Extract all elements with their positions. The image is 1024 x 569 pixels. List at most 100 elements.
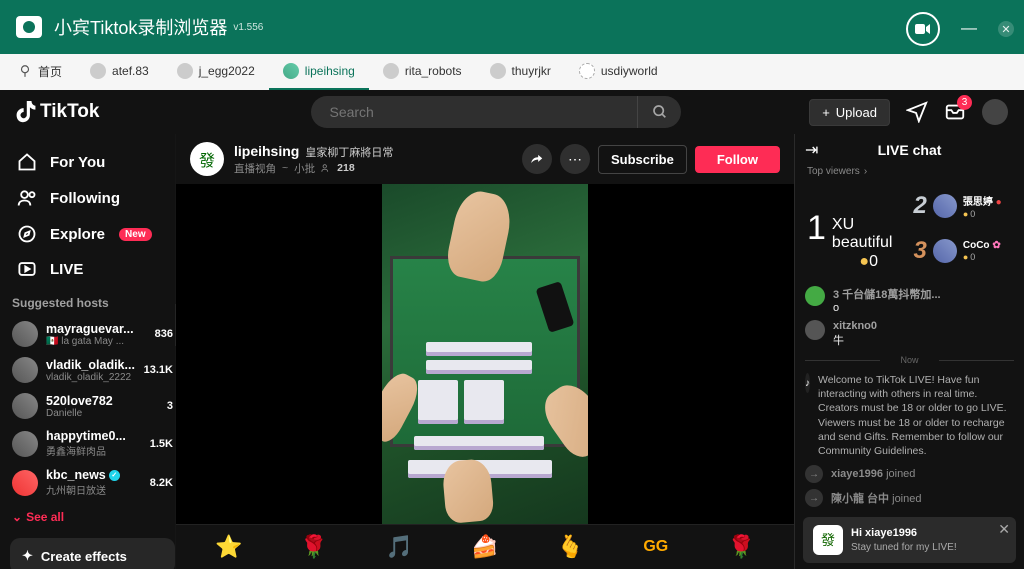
host-item[interactable]: happytime0...勇鑫海鲜肉品1.5K (10, 424, 175, 463)
host-sub: 🇲🇽 la gata May ... (46, 336, 147, 347)
host-name: vladik_oladik... (46, 358, 136, 372)
join-icon: → (805, 465, 823, 483)
streamer-username[interactable]: lipeihsing (234, 143, 299, 159)
pinned-line1: Hi xiaye1996 (851, 526, 957, 540)
tab-rita[interactable]: rita_robots (369, 54, 476, 90)
tab-label: lipeihsing (305, 64, 355, 78)
msg-user: 3 千台儲18萬抖幣加... (833, 289, 941, 301)
search-bar (311, 96, 681, 128)
subscribe-button[interactable]: Subscribe (598, 145, 687, 174)
host-avatar (12, 321, 38, 347)
nav-label: LIVE (50, 261, 83, 278)
close-icon[interactable]: ✕ (998, 521, 1010, 538)
rank-coin: 0 (970, 209, 975, 219)
create-effects-button[interactable]: ✦Create effects (10, 538, 175, 569)
rank-number: 3 (914, 237, 927, 265)
host-name: kbc_news✓ (46, 468, 142, 482)
chat-message: 3 千台儲18萬抖幣加...o (805, 283, 1014, 317)
messages-icon[interactable] (906, 101, 928, 123)
tab-avatar-icon (490, 63, 506, 79)
chat-title: LIVE chat (878, 142, 942, 158)
host-count: 3 (167, 400, 173, 412)
viewer-count: 218 (337, 162, 355, 174)
top-viewers-link[interactable]: Top viewers› (795, 166, 1024, 183)
rank-avatar[interactable] (933, 239, 957, 263)
host-sub: vladik_oladik_2222 (46, 372, 136, 383)
sparkle-icon: ✦ (22, 548, 33, 564)
inbox-badge: 3 (957, 95, 972, 110)
gift-rose[interactable]: 🌹 (298, 531, 330, 563)
gift-rose2[interactable]: 🌹 (725, 531, 757, 563)
host-item[interactable]: kbc_news✓九州朝日放送8.2K (10, 463, 175, 502)
close-button[interactable]: ✕ (998, 21, 1014, 37)
host-item[interactable]: 520love782Danielle3 (10, 388, 175, 424)
gift-bar: ⭐ 🌹 🎵 🍰 🫰 GG 🌹 (176, 524, 794, 569)
nav-live[interactable]: LIVE (10, 252, 175, 286)
nav-label: For You (50, 154, 105, 171)
rank-avatar[interactable] (933, 194, 957, 218)
new-badge: New (119, 228, 152, 241)
rank-avatar[interactable] (854, 185, 884, 215)
tab-jegg[interactable]: j_egg2022 (163, 54, 269, 90)
inbox-icon[interactable]: 3 (944, 101, 966, 123)
user-avatar[interactable] (805, 320, 825, 340)
minimize-button[interactable]: — (962, 22, 976, 36)
tab-usdiy[interactable]: usdiyworld (565, 54, 672, 90)
nav-for-you[interactable]: For You (10, 144, 175, 180)
share-button[interactable] (522, 144, 552, 174)
profile-avatar[interactable] (982, 99, 1008, 125)
gift-heart[interactable]: 🫰 (554, 531, 586, 563)
chevron-down-icon: ⌄ (12, 510, 22, 524)
top-viewers-ranks: 1 XU beautiful●0 2張思婷 ●●0 3CoCo ✿●0 (795, 183, 1024, 279)
host-count: 836 (155, 328, 173, 340)
live-chat-panel: ⇥ LIVE chat Top viewers› 1 XU beautiful●… (794, 134, 1024, 569)
app-icon (16, 16, 42, 38)
follow-button[interactable]: Follow (695, 146, 780, 173)
suggested-title: Suggested hosts (10, 286, 175, 316)
live-video[interactable] (382, 184, 588, 524)
gift-cake[interactable]: 🍰 (469, 531, 501, 563)
host-avatar (12, 470, 38, 496)
join-suffix: joined (892, 493, 921, 505)
host-name: happytime0... (46, 429, 142, 443)
tab-avatar-icon (283, 63, 299, 79)
tab-atef[interactable]: atef.83 (76, 54, 163, 90)
rank-name: 張思婷 ● (963, 193, 1002, 208)
nav-following[interactable]: Following (10, 180, 175, 216)
join-message: →陳小龍 台中 joined (805, 486, 1014, 510)
upload-button[interactable]: +Upload (809, 99, 890, 126)
host-avatar (12, 393, 38, 419)
home-icon (16, 152, 38, 172)
tab-thuyrjkr[interactable]: thuyrjkr (476, 54, 565, 90)
host-item[interactable]: mayraguevar...🇲🇽 la gata May ...836 (10, 316, 175, 352)
gift-note[interactable]: 🎵 (384, 531, 416, 563)
see-all-link[interactable]: ⌄See all (10, 502, 175, 532)
join-message: →xiaye1996 joined (805, 462, 1014, 486)
join-user: 陳小龍 台中 (831, 493, 889, 505)
more-button[interactable]: ⋯ (560, 144, 590, 174)
tab-lipeihsing[interactable]: lipeihsing (269, 54, 369, 90)
rank-number: 2 (914, 192, 927, 220)
host-item[interactable]: vladik_oladik...vladik_oladik_222213.1K (10, 352, 175, 388)
search-button[interactable] (637, 96, 681, 128)
tab-avatar-icon (90, 63, 106, 79)
search-input[interactable] (311, 104, 637, 120)
stream-tag2: 小批 (294, 161, 315, 176)
chat-collapse-icon[interactable]: ⇥ (805, 140, 818, 160)
record-button[interactable] (906, 12, 940, 46)
gift-gg[interactable]: GG (640, 531, 672, 563)
tab-home[interactable]: 首页 (4, 54, 76, 90)
nav-explore[interactable]: ExploreNew (10, 216, 175, 252)
upload-label: Upload (836, 105, 877, 120)
chat-header: ⇥ LIVE chat (795, 134, 1024, 166)
gift-star[interactable]: ⭐ (213, 531, 245, 563)
join-suffix: joined (886, 468, 915, 480)
app-titlebar: 小宾Tiktok录制浏览器 v1.556 — ✕ (0, 0, 1024, 54)
rank-coin: 0 (970, 252, 975, 262)
streamer-avatar[interactable]: 發 (190, 142, 224, 176)
tiktok-logo[interactable]: TikTok (16, 101, 99, 123)
rank-coin: 0 (869, 253, 878, 270)
msg-text: o (833, 302, 839, 314)
pinned-message[interactable]: 發 Hi xiaye1996Stay tuned for my LIVE! ✕ (803, 517, 1016, 563)
user-avatar[interactable] (805, 286, 825, 306)
